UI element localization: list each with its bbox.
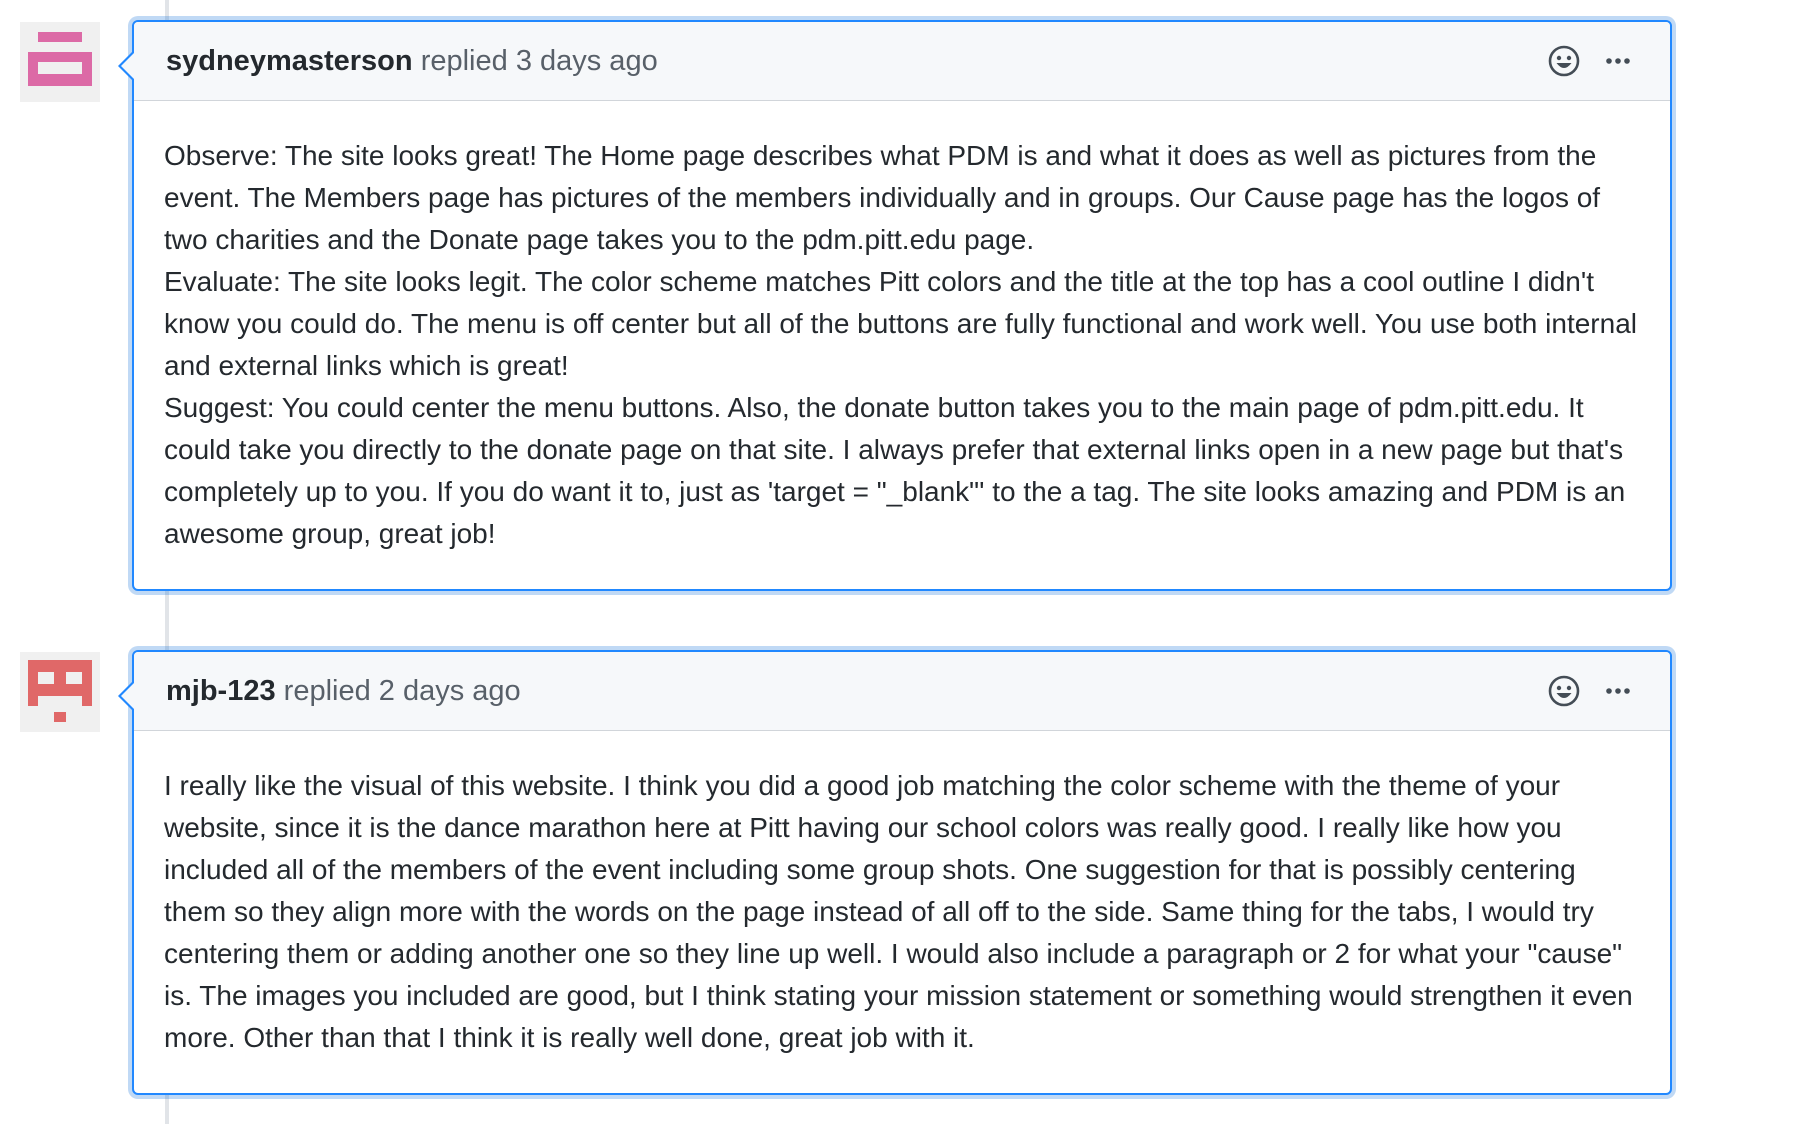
comment-header-text: sydneymasterson replied 3 days ago: [166, 22, 658, 100]
avatar[interactable]: [20, 22, 100, 102]
smiley-icon[interactable]: [1546, 673, 1582, 709]
comment-paragraph: I really like the visual of this website…: [164, 770, 1633, 1053]
timestamp-link[interactable]: 2 days ago: [379, 675, 521, 707]
comment-paragraph-suggest: Suggest: You could center the menu butto…: [164, 392, 1626, 549]
timestamp-link[interactable]: 3 days ago: [516, 45, 658, 77]
action-text: replied: [420, 45, 508, 77]
comment-box: mjb-123 replied 2 days ago I really like…: [118, 650, 1672, 1095]
comment-body: I really like the visual of this website…: [134, 731, 1670, 1093]
comment-actions: [1528, 22, 1636, 100]
comment-body: Observe: The site looks great! The Home …: [134, 101, 1670, 589]
comment-paragraph-observe: Observe: The site looks great! The Home …: [164, 140, 1601, 255]
avatar[interactable]: [20, 652, 100, 732]
comment-box: sydneymasterson replied 3 days ago Obser…: [118, 20, 1672, 591]
comment-paragraph-evaluate: Evaluate: The site looks legit. The colo…: [164, 266, 1637, 381]
comment-pointer: [118, 50, 134, 82]
comment-header: sydneymasterson replied 3 days ago: [134, 22, 1670, 101]
smiley-icon[interactable]: [1546, 43, 1582, 79]
action-text: replied: [283, 675, 371, 707]
comment-actions: [1528, 652, 1636, 730]
kebab-horizontal-icon[interactable]: [1600, 43, 1636, 79]
comment-header: mjb-123 replied 2 days ago: [134, 652, 1670, 731]
comment-pointer: [118, 680, 134, 712]
author-link[interactable]: sydneymasterson: [166, 45, 413, 77]
comment-header-text: mjb-123 replied 2 days ago: [166, 652, 521, 730]
author-link[interactable]: mjb-123: [166, 675, 276, 707]
kebab-horizontal-icon[interactable]: [1600, 673, 1636, 709]
